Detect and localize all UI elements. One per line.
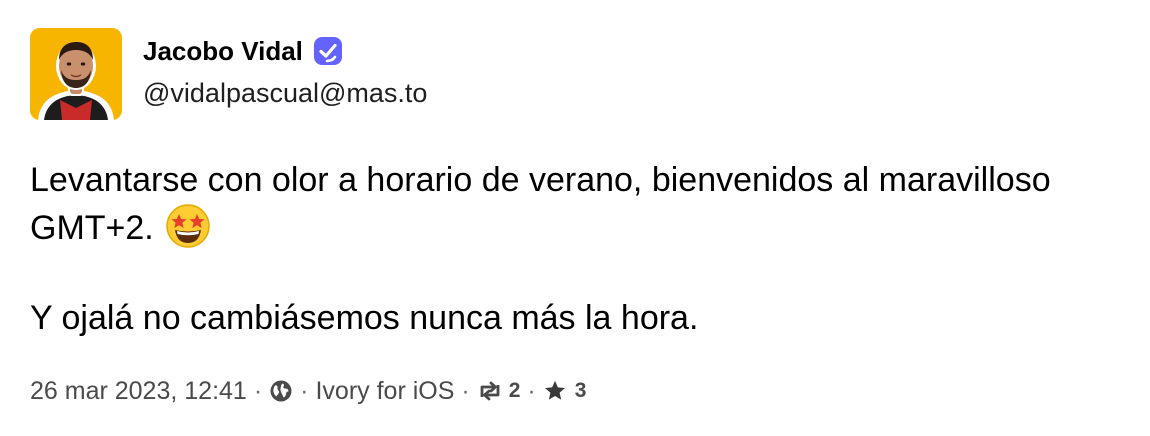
author-name-row: Jacobo Vidal [143,33,343,69]
meta-separator: · [527,376,536,405]
favourite-count: 3 [574,379,587,402]
post-meta: 26 mar 2023, 12:41 · · Ivory for iOS · 2… [30,372,586,410]
post-timestamp[interactable]: 26 mar 2023, 12:41 [30,377,247,406]
star-struck-emoji [165,203,211,249]
post-card: Jacobo Vidal @vidalpascual@mas.to Levant… [0,0,1150,436]
author-handle[interactable]: @vidalpascual@mas.to [143,78,427,109]
post-paragraph-2: Y ojalá no cambiásemos nunca más la hora… [30,299,699,337]
star-icon[interactable] [543,379,567,403]
profile-photo [30,28,122,120]
post-paragraph-1: Levantarse con olor a horario de verano,… [30,158,1120,251]
boost-count: 2 [508,379,521,402]
avatar[interactable] [30,28,122,120]
boost-icon[interactable] [477,379,501,403]
meta-separator: · [461,376,470,405]
post-content: Levantarse con olor a horario de verano,… [30,158,1120,341]
verified-badge-icon [313,36,343,66]
globe-icon [269,379,293,403]
author-display-name[interactable]: Jacobo Vidal [143,36,303,67]
meta-separator: · [253,376,263,405]
meta-separator: · [300,376,309,405]
post-client[interactable]: Ivory for iOS [315,377,454,406]
